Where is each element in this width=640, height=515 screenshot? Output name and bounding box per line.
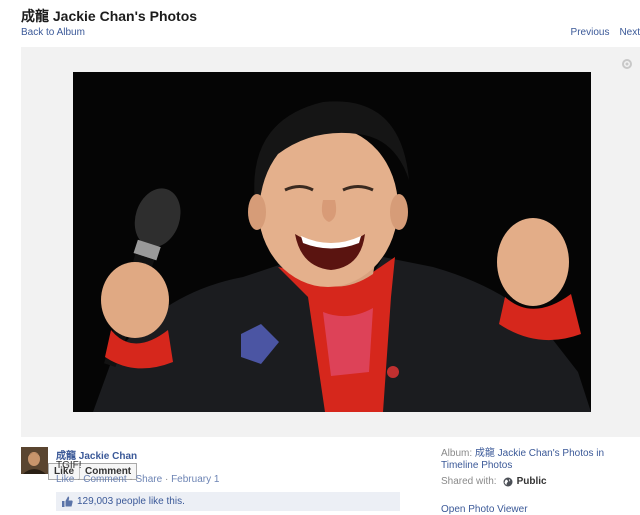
globe-icon: [503, 477, 513, 486]
post-like-link[interactable]: Like: [56, 474, 74, 485]
album-link[interactable]: 成龍 Jackie Chan's Photos in: [475, 448, 604, 459]
post-meta: Like · Comment · Share · February 1: [56, 474, 219, 485]
likes-count-link[interactable]: 129,003 people like this.: [77, 496, 185, 507]
page-title: 成龍 Jackie Chan's Photos: [21, 8, 198, 24]
previous-link[interactable]: Previous: [571, 27, 610, 38]
shared-label: Shared with:: [441, 476, 497, 487]
post-comment-link[interactable]: Comment: [83, 474, 126, 485]
album-info: Album: 成龍 Jackie Chan's Photos in Timeli…: [441, 448, 621, 472]
photo-stage: Like Comment: [21, 47, 640, 480]
open-photo-viewer-link[interactable]: Open Photo Viewer: [441, 504, 528, 515]
options-icon[interactable]: [620, 57, 634, 71]
avatar-image: [21, 447, 48, 474]
album-sub-link[interactable]: Timeline Photos: [441, 460, 512, 471]
post-date-link[interactable]: February 1: [171, 474, 219, 485]
main-photo[interactable]: [73, 72, 591, 412]
album-label: Album:: [441, 448, 473, 459]
back-to-album-link[interactable]: Back to Album: [21, 27, 85, 38]
photo-image: [73, 72, 591, 412]
likes-summary: 129,003 people like this.: [56, 492, 400, 511]
privacy-audience[interactable]: Public: [517, 476, 547, 487]
privacy-info: Shared with: Public: [441, 476, 547, 487]
post-share-link[interactable]: Share: [136, 474, 163, 485]
post-caption: TGIF!: [56, 460, 82, 471]
next-link[interactable]: Next: [619, 27, 640, 38]
author-avatar[interactable]: [21, 447, 48, 474]
photo-navigation: Previous Next: [571, 27, 640, 38]
thumbs-up-icon: [62, 496, 73, 507]
